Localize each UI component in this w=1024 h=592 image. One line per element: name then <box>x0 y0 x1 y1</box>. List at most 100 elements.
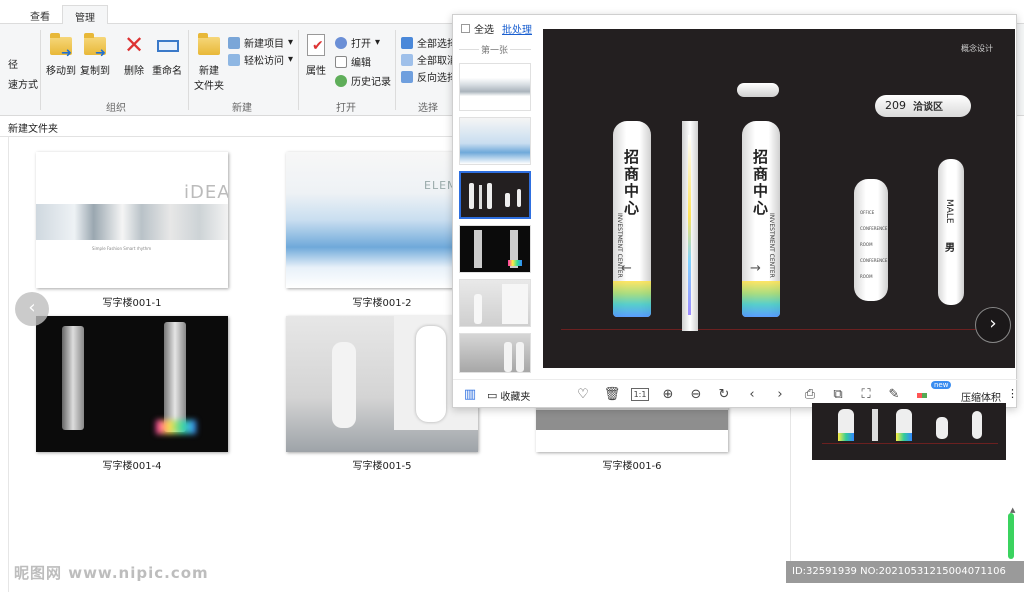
open-button[interactable]: 打开 ▾ <box>335 34 380 51</box>
ribbon-partial-label: 径 <box>8 60 18 71</box>
batch-link[interactable]: 批处理 <box>502 21 532 36</box>
easy-access-button[interactable]: 轻松访问 ▾ <box>228 51 293 68</box>
group-organize-label: 组织 <box>106 103 126 114</box>
folder-icon: ▭ <box>487 389 498 402</box>
group-new-label: 新建 <box>232 103 252 114</box>
idea-text: iDEA <box>184 182 228 203</box>
next-icon[interactable]: › <box>771 386 789 404</box>
previous-icon[interactable]: ‹ <box>743 386 761 404</box>
actual-size-button[interactable]: 1:1 <box>631 388 649 401</box>
tab-manage[interactable]: 管理 <box>62 5 108 24</box>
arrow-icon: ➜ <box>61 46 72 61</box>
apps-icon[interactable] <box>913 386 931 404</box>
favorites-button[interactable]: ▭ 收藏夹 <box>487 388 530 403</box>
sign-pillar-slim <box>682 121 698 331</box>
properties-button[interactable]: ✔ 属性 <box>304 32 328 77</box>
easy-access-icon <box>228 53 240 66</box>
edit-button[interactable]: 编辑 <box>335 53 371 70</box>
print-icon[interactable]: ⎙ <box>801 386 819 404</box>
scrollbar-thumb[interactable] <box>1008 513 1014 559</box>
concept-label: 概念设计 <box>961 44 993 53</box>
viewer-thumb-4[interactable] <box>459 225 531 273</box>
history-button[interactable]: 历史记录 <box>335 72 391 89</box>
restroom-sign: MALE 男 <box>938 159 964 305</box>
file-name-2[interactable]: 写字楼001-2 <box>286 294 478 309</box>
easy-access-label: 轻松访问 <box>244 56 284 67</box>
new-folder-button[interactable]: 新建 文件夹 <box>194 32 224 92</box>
favorites-label: 收藏夹 <box>500 392 531 403</box>
rename-button[interactable]: 重命名 <box>152 32 182 77</box>
viewer-thumb-1[interactable] <box>459 63 531 111</box>
zoom-in-icon[interactable]: ⊕ <box>659 386 677 404</box>
compress-button[interactable]: 压缩体积 <box>961 389 1001 404</box>
male-cn-text: 男 <box>945 243 955 254</box>
file-thumbnail-5[interactable] <box>286 316 478 452</box>
select-none-icon <box>401 53 413 66</box>
edit-icon <box>335 55 347 68</box>
preview-pane-image <box>812 403 1006 460</box>
zoom-out-icon[interactable]: ⊖ <box>687 386 705 404</box>
viewer-thumb-5[interactable] <box>459 279 531 327</box>
viewer-thumb-6[interactable] <box>459 333 531 373</box>
edit-icon[interactable]: ✎ <box>885 386 903 404</box>
directory-sign: OFFICE CONFERENCE ROOM CONFERENCE ROOM <box>854 179 888 301</box>
viewer-image-stage[interactable]: 概念设计 招商中心 INVESTMENT CENTER ← 招商中心 INVES… <box>543 29 1015 368</box>
new-item-button[interactable]: 新建项目 ▾ <box>228 34 293 51</box>
room-name: 洽谈区 <box>913 102 943 113</box>
delete-label: 删除 <box>124 66 144 77</box>
breadcrumb[interactable]: 新建文件夹 <box>0 117 460 137</box>
edit-label: 编辑 <box>351 58 371 69</box>
file-name-4[interactable]: 写字楼001-4 <box>36 457 228 472</box>
open-label: 打开 <box>351 39 371 50</box>
heart-icon[interactable]: ♡ <box>574 386 592 404</box>
history-label: 历史记录 <box>351 77 391 88</box>
select-all-text: 全选 <box>474 25 494 36</box>
file-name-1[interactable]: 写字楼001-1 <box>36 294 228 309</box>
ceiling-sign <box>737 83 779 97</box>
file-thumbnail-4[interactable] <box>36 316 228 452</box>
tab-view[interactable]: 查看 <box>18 5 62 24</box>
copy-to-label: 复制到 <box>80 66 110 77</box>
invert-selection-button[interactable]: 反向选择 <box>401 68 457 85</box>
screenshot-icon[interactable]: ⛶ <box>857 386 875 404</box>
rename-icon <box>155 32 179 58</box>
arrow-left-icon: ← <box>621 261 632 276</box>
next-arrow-icon[interactable]: › <box>975 307 1011 343</box>
delete-button[interactable]: ✕ 删除 <box>122 32 146 77</box>
trash-icon[interactable]: 🗑 <box>603 386 621 404</box>
thumbnail-panel-icon[interactable]: ▥ <box>461 386 479 404</box>
copy-icon[interactable]: ⧉ <box>829 386 847 404</box>
file-thumbnail-1[interactable]: iDEA Simple Fashion Smart rhythm <box>36 152 228 288</box>
idea-subtitle: Simple Fashion Smart rhythm <box>92 246 152 251</box>
directory-line-2: CONFERENCE ROOM <box>860 226 888 247</box>
copy-to-button[interactable]: ➜ 复制到 <box>80 32 110 77</box>
file-thumbnail-2[interactable]: ELEM <box>286 152 478 288</box>
pillar-1-title: 招商中心 <box>622 149 640 217</box>
select-all-checkbox[interactable]: 全选 <box>461 21 494 36</box>
id-watermark: ID:32591939 NO:20210531215004071106 <box>786 561 1024 583</box>
move-to-label: 移动到 <box>46 66 76 77</box>
group-open-label: 打开 <box>336 103 356 114</box>
previous-arrow-icon[interactable]: ‹ <box>15 292 49 326</box>
room-number: 209 <box>885 99 906 112</box>
viewer-thumb-3[interactable] <box>459 171 531 219</box>
select-all-label: 全部选择 <box>417 39 457 50</box>
viewer-thumb-2[interactable] <box>459 117 531 165</box>
new-folder-label-1: 新建 <box>199 66 219 77</box>
invert-selection-icon <box>401 70 413 83</box>
arrow-icon: ➜ <box>95 46 106 61</box>
more-icon[interactable]: ⋮ <box>1007 387 1018 400</box>
rotate-icon[interactable]: ↻ <box>715 386 733 404</box>
move-to-button[interactable]: ➜ 移动到 <box>46 32 76 77</box>
new-badge: new <box>931 381 952 389</box>
file-name-6[interactable]: 写字楼001-6 <box>536 457 728 472</box>
select-all-button[interactable]: 全部选择 <box>401 34 457 51</box>
viewer-sidebar: 全选 批处理 第一张 <box>453 15 537 375</box>
page-label: 第一张 <box>479 43 511 56</box>
select-none-button[interactable]: 全部取消 <box>401 51 457 68</box>
file-name-5[interactable]: 写字楼001-5 <box>286 457 478 472</box>
select-all-icon <box>401 36 413 49</box>
new-item-icon <box>228 36 240 49</box>
delete-x-icon: ✕ <box>123 31 145 59</box>
scroll-up-icon[interactable]: ▲ <box>1010 506 1015 514</box>
